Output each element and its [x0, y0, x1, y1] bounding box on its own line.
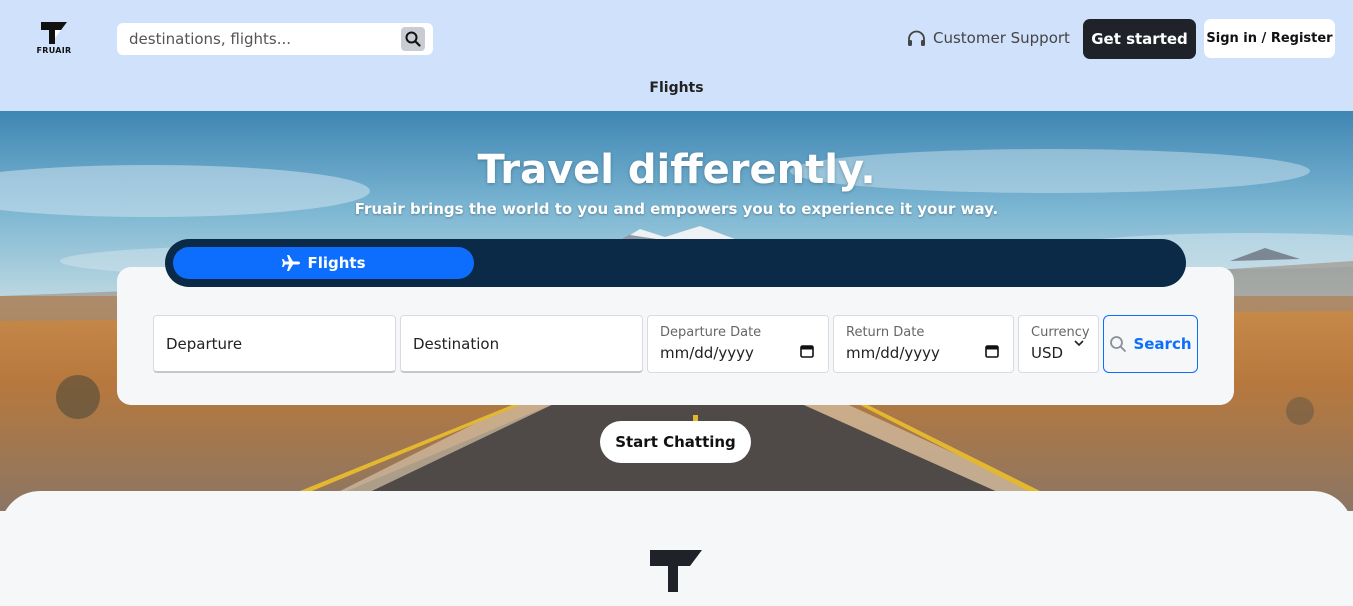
start-chatting-button[interactable]: Start Chatting — [600, 421, 751, 463]
plane-icon — [282, 255, 301, 271]
headset-icon — [908, 30, 925, 46]
return-date-input[interactable]: Return Date mm/dd/yyyy — [833, 315, 1014, 373]
hero-section: Travel differently. Fruair brings the wo… — [0, 111, 1353, 511]
calendar-icon[interactable] — [985, 344, 999, 358]
return-date-label: Return Date — [846, 325, 925, 340]
sign-in-register-button[interactable]: Sign in / Register — [1204, 19, 1335, 58]
content-section — [0, 491, 1353, 606]
departure-field[interactable]: Departure — [153, 315, 396, 373]
departure-placeholder: Departure — [166, 335, 243, 353]
search-icon — [1110, 336, 1127, 352]
logo-mark-icon — [41, 22, 67, 44]
currency-value: USD — [1031, 344, 1064, 362]
return-date-value: mm/dd/yyyy — [846, 344, 940, 362]
flight-search-panel: Departure Destination Departure Date mm/… — [117, 267, 1234, 405]
get-started-button[interactable]: Get started — [1083, 19, 1196, 59]
chevron-down-icon — [1074, 340, 1084, 347]
fruair-logo[interactable]: FRUAIR — [36, 20, 72, 60]
hero-subtitle: Fruair brings the world to you and empow… — [354, 200, 999, 218]
currency-select[interactable]: Currency USD — [1018, 315, 1099, 373]
search-flights-button[interactable]: Search — [1103, 315, 1198, 373]
tab-flights[interactable]: Flights — [173, 247, 474, 279]
departure-date-value: mm/dd/yyyy — [660, 344, 754, 362]
logo-text: FRUAIR — [36, 46, 72, 55]
search-submit-button[interactable] — [401, 27, 425, 51]
search-icon — [405, 31, 421, 47]
search-input[interactable] — [117, 30, 387, 48]
tab-flights-label: Flights — [307, 254, 366, 272]
top-header: FRUAIR Customer Support Get started Sign… — [0, 0, 1353, 111]
booking-tab-bar: Flights — [165, 239, 1186, 287]
customer-support-label: Customer Support — [933, 29, 1070, 47]
customer-support-link[interactable]: Customer Support — [907, 29, 1070, 47]
departure-date-label: Departure Date — [660, 325, 762, 340]
departure-date-input[interactable]: Departure Date mm/dd/yyyy — [647, 315, 829, 373]
hero-title: Travel differently. — [477, 147, 876, 193]
destination-placeholder: Destination — [413, 335, 500, 353]
destination-field[interactable]: Destination — [400, 315, 643, 373]
nav-flights-link[interactable]: Flights — [0, 80, 1353, 96]
fruair-logo-mark-icon — [650, 550, 702, 592]
currency-label: Currency — [1031, 325, 1090, 340]
calendar-icon[interactable] — [800, 344, 814, 358]
search-flights-label: Search — [1133, 335, 1192, 353]
site-search — [117, 23, 433, 55]
